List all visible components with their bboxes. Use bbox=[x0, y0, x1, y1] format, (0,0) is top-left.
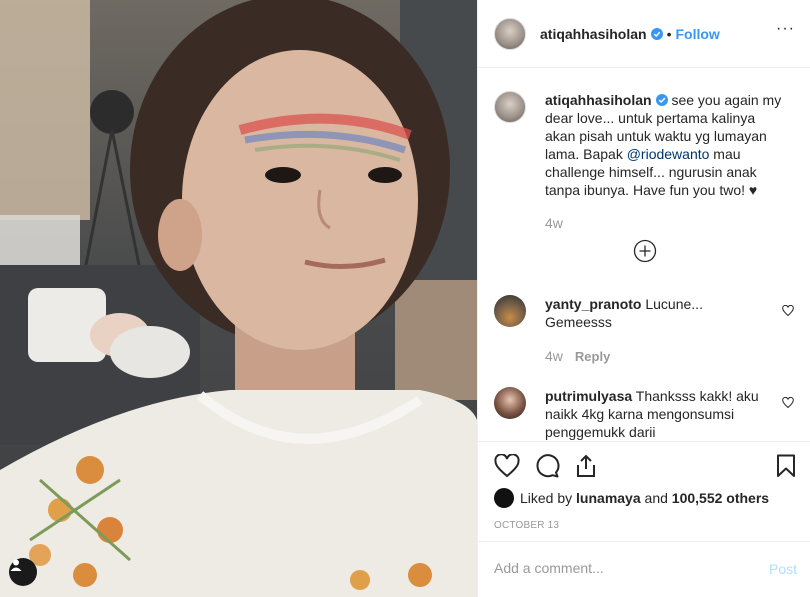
post-header: atiqahhasiholan • Follow ··· bbox=[478, 0, 810, 68]
caption-text: atiqahhasiholan see you again my dear lo… bbox=[545, 91, 785, 199]
liker-avatar[interactable] bbox=[494, 488, 514, 508]
likes-summary: Liked by lunamaya and 100,552 others bbox=[494, 488, 769, 508]
share-icon[interactable] bbox=[574, 454, 598, 478]
caption-username[interactable]: atiqahhasiholan bbox=[545, 92, 652, 108]
verified-badge-icon bbox=[650, 27, 663, 40]
comment-username[interactable]: putrimulyasa bbox=[545, 388, 632, 404]
likes-joiner: and bbox=[644, 490, 668, 506]
tagged-user-icon[interactable] bbox=[9, 558, 37, 586]
comment-text: putrimulyasa Thanksss kakk! aku naikk 4k… bbox=[545, 387, 760, 441]
comment-bubble-icon[interactable] bbox=[534, 454, 560, 478]
like-comment-heart-icon[interactable] bbox=[782, 397, 794, 409]
post-sidebar: atiqahhasiholan • Follow ··· atiqahhasih… bbox=[477, 0, 810, 597]
post-actions: Liked by lunamaya and 100,552 others OCT… bbox=[478, 441, 810, 531]
more-options-icon[interactable]: ··· bbox=[776, 20, 795, 38]
post-comment-button[interactable]: Post bbox=[769, 561, 797, 577]
likes-prefix: Liked by bbox=[520, 490, 573, 506]
add-comment-input[interactable] bbox=[494, 560, 744, 576]
add-comment-bar: Post bbox=[478, 541, 810, 597]
post-date: OCTOBER 13 bbox=[494, 520, 560, 531]
follow-button[interactable]: Follow bbox=[675, 26, 719, 42]
comment-item: yanty_pranoto Lucune... Gemeesss 4w Reply bbox=[494, 295, 794, 365]
caption-time: 4w bbox=[545, 215, 563, 231]
post-photo[interactable] bbox=[0, 0, 477, 597]
photo-illustration bbox=[0, 0, 477, 597]
liker-username[interactable]: lunamaya bbox=[576, 490, 641, 506]
header-separator: • bbox=[666, 25, 672, 42]
comment-avatar[interactable] bbox=[494, 295, 526, 327]
reply-button[interactable]: Reply bbox=[575, 349, 610, 364]
author-username[interactable]: atiqahhasiholan bbox=[540, 26, 647, 42]
caption-avatar[interactable] bbox=[494, 91, 526, 123]
comment-text: yanty_pranoto Lucune... Gemeesss bbox=[545, 295, 760, 331]
author-avatar[interactable] bbox=[494, 17, 526, 50]
like-heart-icon[interactable] bbox=[494, 454, 520, 478]
comment-time: 4w bbox=[545, 348, 563, 364]
like-comment-heart-icon[interactable] bbox=[782, 305, 794, 317]
comment-username[interactable]: yanty_pranoto bbox=[545, 296, 641, 312]
save-bookmark-icon[interactable] bbox=[776, 454, 796, 478]
caption-item: atiqahhasiholan see you again my dear lo… bbox=[494, 91, 794, 251]
comments-list[interactable]: atiqahhasiholan see you again my dear lo… bbox=[478, 69, 810, 441]
comment-meta: 4w Reply bbox=[545, 348, 610, 364]
verified-badge-icon bbox=[655, 94, 668, 106]
comment-item: putrimulyasa Thanksss kakk! aku naikk 4k… bbox=[494, 387, 794, 441]
load-more-comments-icon[interactable] bbox=[633, 239, 657, 263]
caption-mention-link[interactable]: @riodewanto bbox=[627, 146, 710, 162]
likes-count-button[interactable]: 100,552 others bbox=[672, 490, 769, 506]
comment-avatar[interactable] bbox=[494, 387, 526, 419]
